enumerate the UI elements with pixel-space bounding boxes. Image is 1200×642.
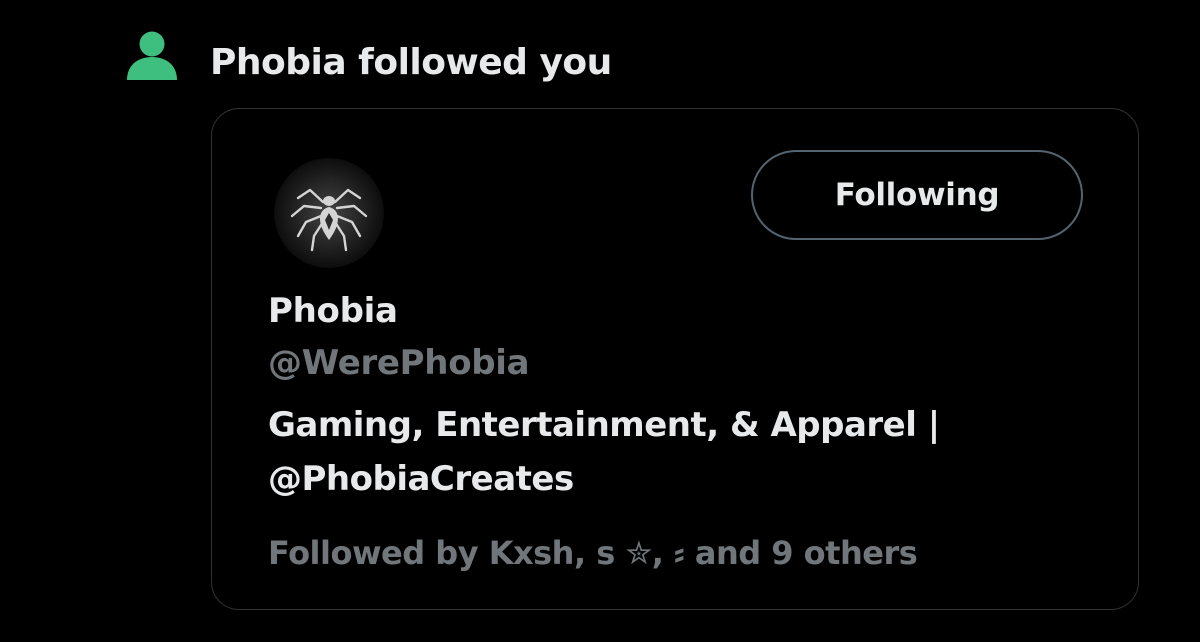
person-icon <box>127 31 177 80</box>
bio-mention-link[interactable]: @PhobiaCreates <box>268 452 1068 506</box>
user-bio: Gaming, Entertainment, & Apparel | @Phob… <box>268 398 1068 506</box>
bio-line: Gaming, Entertainment, & Apparel | <box>268 405 940 445</box>
user-handle[interactable]: @WerePhobia <box>268 340 530 386</box>
followed-by-text[interactable]: Followed by Kxsh, s ✮, ⸗ and 9 others <box>268 530 918 576</box>
user-display-name[interactable]: Phobia <box>268 288 398 334</box>
user-avatar[interactable] <box>274 158 384 268</box>
spider-avatar-icon <box>274 158 384 268</box>
notification-title: Phobia followed you <box>210 42 612 83</box>
following-button[interactable]: Following <box>751 150 1083 240</box>
